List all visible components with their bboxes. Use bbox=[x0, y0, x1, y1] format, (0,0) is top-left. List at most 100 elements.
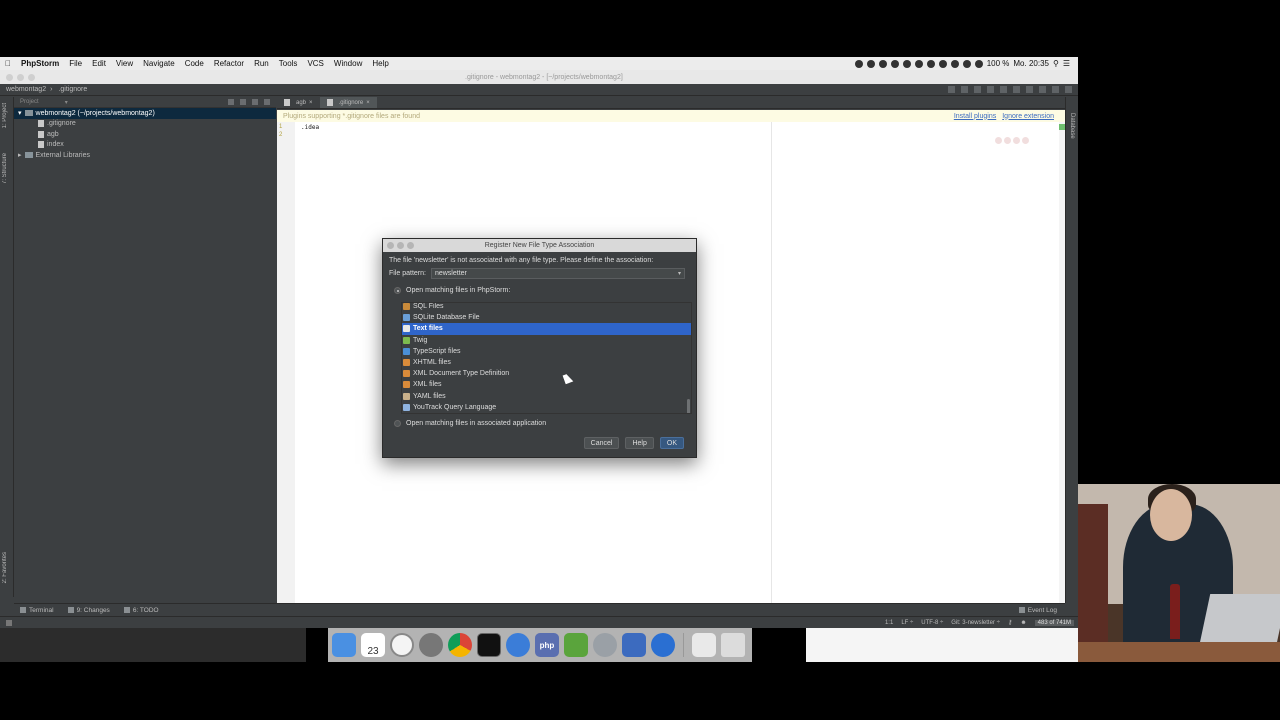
file-type-item[interactable]: TypeScript files bbox=[402, 346, 691, 357]
menu-run[interactable]: Run bbox=[249, 59, 274, 68]
vcs-commit-icon[interactable] bbox=[1026, 86, 1033, 93]
apple-icon[interactable]:  bbox=[0, 59, 16, 68]
dialog-zoom-button[interactable] bbox=[407, 242, 414, 249]
mamp-icon[interactable] bbox=[506, 633, 530, 657]
tree-item[interactable]: .gitignore bbox=[14, 119, 276, 130]
file-type-list[interactable]: SQL Files SQLite Database File Text files T… bbox=[401, 302, 692, 414]
file-type-item[interactable]: XHTML files bbox=[402, 357, 691, 368]
caret-position[interactable]: 1:1 bbox=[885, 620, 893, 626]
file-pattern-value[interactable]: newsletter bbox=[435, 270, 467, 277]
vcs-branch[interactable]: Git: 3-newsletter ÷ bbox=[951, 620, 1000, 626]
tab-structure[interactable]: 7: Structure bbox=[2, 153, 8, 184]
option-open-in-application[interactable]: Open matching files in associated applic… bbox=[383, 420, 546, 427]
close-icon[interactable]: × bbox=[309, 100, 313, 106]
tab-database[interactable]: Database bbox=[1069, 113, 1075, 139]
preview-icon[interactable] bbox=[692, 633, 716, 657]
bluetooth-icon[interactable] bbox=[962, 59, 971, 68]
tray-icon[interactable] bbox=[938, 59, 947, 68]
vcs-update-icon[interactable] bbox=[1013, 86, 1020, 93]
robot-icon[interactable] bbox=[564, 633, 588, 657]
notification-center-icon[interactable]: ☰ bbox=[1063, 59, 1070, 68]
file-type-list-scrollbar[interactable] bbox=[687, 399, 690, 413]
menu-app-name[interactable]: PhpStorm bbox=[16, 59, 64, 68]
tool-todo[interactable]: 6: TODO bbox=[118, 607, 167, 614]
opera-icon[interactable] bbox=[1022, 137, 1029, 144]
tray-icon[interactable] bbox=[854, 59, 863, 68]
terminal-icon[interactable] bbox=[477, 633, 501, 657]
tray-icon[interactable] bbox=[878, 59, 887, 68]
hide-panel-icon[interactable] bbox=[264, 99, 270, 105]
dialog-close-button[interactable] bbox=[387, 242, 394, 249]
close-icon[interactable]: × bbox=[366, 100, 370, 106]
run-icon[interactable] bbox=[961, 86, 968, 93]
cancel-button[interactable]: Cancel bbox=[583, 437, 620, 449]
vcs-history-icon[interactable] bbox=[1039, 86, 1046, 93]
menu-file[interactable]: File bbox=[64, 59, 87, 68]
breadcrumb-project[interactable]: webmontag2 bbox=[0, 86, 50, 93]
file-pattern-combobox[interactable]: newsletter ▾ bbox=[430, 268, 685, 279]
radio-open-in-application[interactable] bbox=[394, 420, 401, 427]
tray-icon[interactable] bbox=[950, 59, 959, 68]
file-type-item[interactable]: YAML files bbox=[402, 391, 691, 402]
headphones-icon[interactable] bbox=[914, 59, 923, 68]
code-line[interactable]: .idea bbox=[301, 124, 319, 131]
search-everywhere-icon[interactable] bbox=[1065, 86, 1072, 93]
power-icon[interactable] bbox=[593, 633, 617, 657]
tray-icon[interactable] bbox=[926, 59, 935, 68]
radio-open-in-phpstorm[interactable] bbox=[394, 287, 401, 294]
menu-edit[interactable]: Edit bbox=[87, 59, 111, 68]
line-separator[interactable]: LF ÷ bbox=[901, 620, 913, 626]
gear-icon[interactable] bbox=[252, 99, 258, 105]
menu-window[interactable]: Window bbox=[329, 59, 367, 68]
tab-favorites[interactable]: 2: Favorites bbox=[2, 552, 8, 583]
file-encoding[interactable]: UTF-8 ÷ bbox=[921, 620, 943, 626]
clock-icon[interactable] bbox=[390, 633, 414, 657]
tree-item[interactable]: index bbox=[14, 140, 276, 151]
menu-view[interactable]: View bbox=[111, 59, 138, 68]
code-content[interactable]: .idea bbox=[301, 124, 319, 131]
cup-icon[interactable] bbox=[622, 633, 646, 657]
trash-icon[interactable] bbox=[721, 633, 745, 657]
tool-windows-icon[interactable] bbox=[6, 619, 12, 626]
option-open-in-phpstorm-label[interactable]: Open matching files in PhpStorm: bbox=[406, 287, 510, 294]
tab-agb[interactable]: agb × bbox=[277, 97, 320, 108]
file-type-item[interactable]: XML Document Type Definition bbox=[402, 368, 691, 379]
option-open-in-application-label[interactable]: Open matching files in associated applic… bbox=[406, 420, 546, 427]
chevron-right-icon[interactable]: ▸ bbox=[18, 151, 22, 159]
dialog-minimize-button[interactable] bbox=[397, 242, 404, 249]
breadcrumb-file[interactable]: .gitignore bbox=[52, 86, 91, 93]
chevron-down-icon[interactable]: ▾ bbox=[65, 99, 68, 106]
tray-icon[interactable] bbox=[890, 59, 899, 68]
file-type-item[interactable]: Twig bbox=[402, 335, 691, 346]
tree-item[interactable]: ▾ webmontag2 (~/projects/webmontag2) bbox=[14, 108, 276, 119]
menu-vcs[interactable]: VCS bbox=[302, 59, 328, 68]
scroll-from-source-icon[interactable] bbox=[228, 99, 234, 105]
chevron-down-icon[interactable]: ▾ bbox=[18, 109, 22, 117]
minimize-window-button[interactable] bbox=[17, 73, 24, 81]
tool-changes[interactable]: 9: Changes bbox=[62, 607, 118, 614]
chevron-down-icon[interactable]: ▾ bbox=[678, 270, 681, 277]
tree-item[interactable]: agb bbox=[14, 129, 276, 140]
option-open-in-phpstorm[interactable]: Open matching files in PhpStorm: bbox=[383, 287, 696, 294]
install-plugins-link[interactable]: Install plugins bbox=[954, 113, 996, 120]
file-type-item[interactable]: Text files bbox=[402, 323, 691, 335]
tool-terminal[interactable]: Terminal bbox=[14, 607, 62, 614]
debug-icon[interactable] bbox=[974, 86, 981, 93]
menu-navigate[interactable]: Navigate bbox=[138, 59, 180, 68]
file-type-item[interactable]: SQLite Database File bbox=[402, 312, 691, 323]
chrome-icon[interactable] bbox=[995, 137, 1002, 144]
tab-project[interactable]: 1: Project bbox=[2, 103, 8, 128]
chrome-icon[interactable] bbox=[448, 633, 472, 657]
tab-gitignore[interactable]: .gitignore × bbox=[319, 97, 377, 108]
project-view-selector[interactable]: Project bbox=[20, 99, 39, 105]
run-config-dropdown-icon[interactable] bbox=[948, 86, 955, 93]
help-button[interactable]: Help bbox=[625, 437, 654, 449]
system-preferences-icon[interactable] bbox=[419, 633, 443, 657]
memory-indicator[interactable]: 483 of 741M bbox=[1034, 619, 1074, 626]
coverage-icon[interactable] bbox=[987, 86, 994, 93]
inspector-icon[interactable]: ☻ bbox=[1020, 620, 1026, 626]
spotlight-icon[interactable]: ⚲ bbox=[1053, 59, 1059, 68]
collapse-all-icon[interactable] bbox=[240, 99, 246, 105]
tool-event-log[interactable]: Event Log bbox=[1013, 607, 1065, 614]
dropbox-icon[interactable] bbox=[866, 59, 875, 68]
